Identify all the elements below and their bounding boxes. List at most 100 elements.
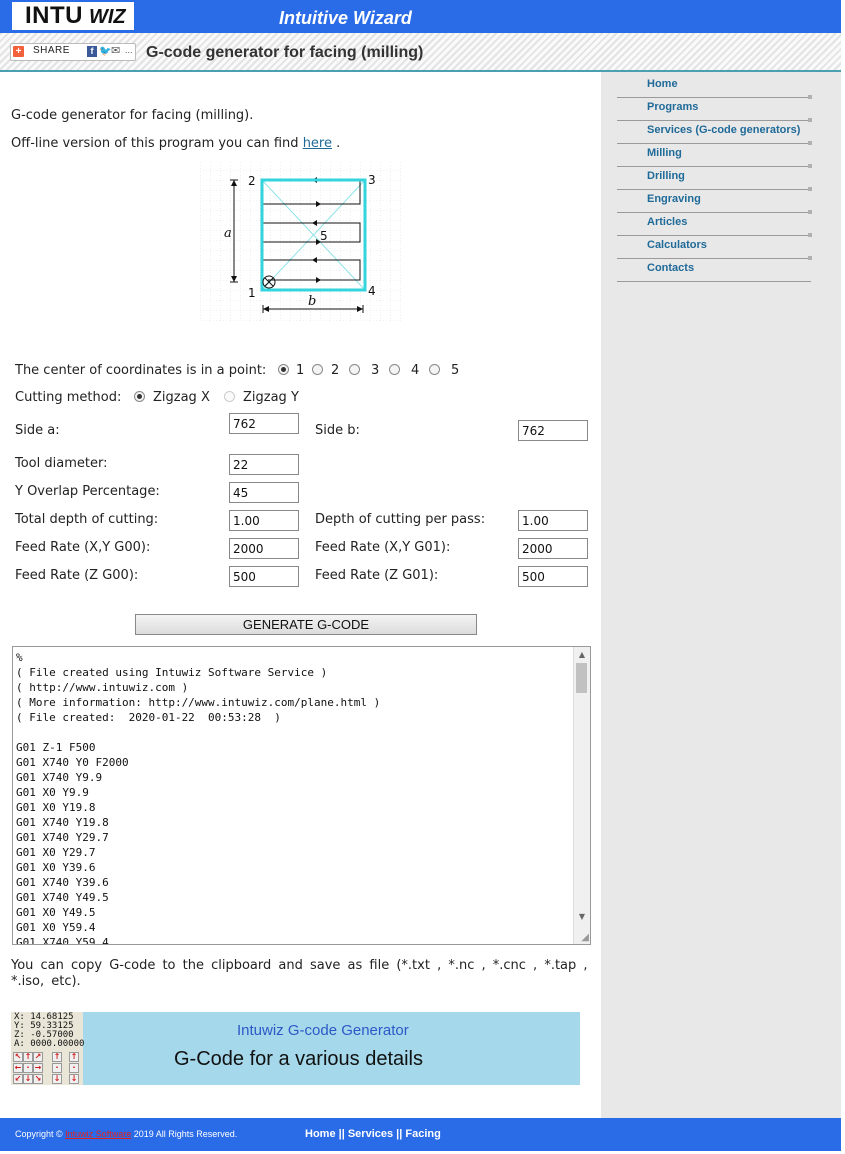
feed-z-g00-input[interactable]	[229, 566, 299, 587]
jog-arrow-icon: ↖	[13, 1052, 23, 1062]
method-radio-zigzag-x[interactable]	[134, 391, 145, 402]
footer-link-home[interactable]: Home	[305, 1128, 336, 1140]
center-option-4: 4	[411, 363, 420, 378]
nav-item-articles[interactable]: Articles	[617, 216, 812, 237]
gcode-text: % ( File created using Intuwiz Software …	[16, 651, 381, 945]
nav-divider-dot	[808, 164, 812, 168]
nav-item-drilling[interactable]: Drilling	[617, 170, 812, 191]
nav-item-engraving[interactable]: Engraving	[617, 193, 812, 214]
depth-per-pass-label: Depth of cutting per pass:	[315, 512, 486, 527]
nav-item-label: Programs	[647, 101, 699, 113]
nav-divider-dot	[808, 256, 812, 260]
copyright: Copyright © Intuwiz Software 2019 All Ri…	[15, 1129, 237, 1139]
method-radio-zigzag-y[interactable]	[224, 391, 235, 402]
nav-item-label: Engraving	[647, 193, 701, 205]
feed-z-g00-label: Feed Rate (Z G00):	[15, 568, 139, 583]
footer-links: Home || Services || Facing	[305, 1128, 441, 1140]
footer: Copyright © Intuwiz Software 2019 All Ri…	[0, 1118, 841, 1151]
banner-title: Intuwiz G-code Generator	[237, 1022, 409, 1039]
nav-item-milling[interactable]: Milling	[617, 147, 812, 168]
email-icon[interactable]: ✉	[111, 44, 120, 57]
nav-item-services[interactable]: Services (G-code generators)	[617, 124, 812, 145]
jog-arrow-icon: ↑	[23, 1052, 33, 1062]
nav-divider-dot	[808, 187, 812, 191]
logo[interactable]: INTU WIZ	[12, 2, 134, 30]
sidebar: Home Programs Services (G-code generator…	[601, 72, 841, 1118]
intro-heading: G-code generator for facing (milling).	[11, 108, 254, 123]
nav-divider-dot	[808, 118, 812, 122]
jog-arrow-icon: ↗	[33, 1052, 43, 1062]
footer-link-services[interactable]: Services	[348, 1128, 393, 1140]
total-depth-input[interactable]	[229, 510, 299, 531]
logo-wiz: WIZ	[89, 6, 126, 28]
logo-intu: INTU	[25, 2, 83, 29]
jog-arrow-icon: ↓	[52, 1074, 62, 1084]
copyright-prefix: Copyright ©	[15, 1129, 63, 1139]
center-option-1: 1	[296, 363, 305, 378]
generate-gcode-button[interactable]: GENERATE G-CODE	[135, 614, 477, 635]
offline-version-link[interactable]: here	[303, 136, 332, 151]
center-point-label: The center of coordinates is in a point:	[15, 363, 267, 378]
tool-diameter-input[interactable]	[229, 454, 299, 475]
point-label-5: 5	[320, 229, 328, 243]
jog-arrow-icon: ↑	[69, 1052, 79, 1062]
center-option-3: 3	[371, 363, 380, 378]
copyright-suffix: 2019 All Rights Reserved.	[133, 1129, 238, 1139]
intro-offline-prefix: Off-line version of this program you can…	[11, 136, 299, 151]
promo-banner[interactable]: X: 14.68125 Y: 59.33125 Z: -0.57000 A: 0…	[11, 1012, 580, 1085]
intro-offline-suffix: .	[336, 136, 341, 151]
side-a-field-label: Side a:	[15, 423, 60, 438]
share-more[interactable]: ...	[125, 45, 133, 55]
depth-per-pass-input[interactable]	[518, 510, 588, 531]
center-radio-3[interactable]	[349, 364, 360, 375]
tool-diameter-label: Tool diameter:	[15, 456, 108, 471]
gcode-output[interactable]: % ( File created using Intuwiz Software …	[12, 646, 591, 945]
total-depth-label: Total depth of cutting:	[15, 512, 159, 527]
feed-xy-g01-input[interactable]	[518, 538, 588, 559]
method-option-zigzag-x: Zigzag X	[153, 390, 210, 405]
scroll-up-icon[interactable]: ▲	[574, 647, 590, 662]
copy-note: You can copy G-code to the clipboard and…	[11, 958, 588, 989]
nav-item-home[interactable]: Home	[617, 78, 812, 99]
footer-separator: ||	[396, 1128, 403, 1140]
jog-arrow-icon: ↓	[23, 1074, 33, 1084]
center-radio-5[interactable]	[429, 364, 440, 375]
method-option-zigzag-y: Zigzag Y	[243, 390, 299, 405]
nav-item-label: Articles	[647, 216, 688, 228]
nav-item-programs[interactable]: Programs	[617, 101, 812, 122]
jog-arrow-icon: ·	[69, 1063, 79, 1073]
facebook-icon[interactable]: f	[87, 46, 97, 57]
twitter-icon[interactable]: 🐦	[99, 46, 111, 57]
nav-item-label: Services (G-code generators)	[647, 124, 801, 136]
copyright-link[interactable]: Intuwiz Software	[65, 1129, 131, 1139]
side-b-input[interactable]	[518, 420, 588, 441]
feed-z-g01-label: Feed Rate (Z G01):	[315, 568, 439, 583]
side-a-input[interactable]	[229, 413, 299, 434]
scroll-down-icon[interactable]: ▼	[574, 909, 590, 924]
center-radio-2[interactable]	[312, 364, 323, 375]
feed-xy-g00-input[interactable]	[229, 538, 299, 559]
gcode-scrollbar[interactable]: ▲ ▼	[573, 647, 590, 944]
nav-divider-dot	[808, 233, 812, 237]
nav-item-calculators[interactable]: Calculators	[617, 239, 812, 260]
feed-z-g01-input[interactable]	[518, 566, 588, 587]
side-b-field-label: Side b:	[315, 423, 360, 438]
point-label-1: 1	[248, 286, 256, 300]
center-radio-4[interactable]	[389, 364, 400, 375]
overlap-input[interactable]	[229, 482, 299, 503]
point-label-4: 4	[368, 284, 376, 298]
jog-arrow-icon: ↘	[33, 1074, 43, 1084]
center-radio-1[interactable]	[278, 364, 289, 375]
nav-item-contacts[interactable]: Contacts	[617, 262, 811, 282]
banner-coords: X: 14.68125 Y: 59.33125 Z: -0.57000 A: 0…	[14, 1012, 85, 1049]
footer-link-facing[interactable]: Facing	[405, 1128, 440, 1140]
nav-item-label: Home	[647, 78, 678, 90]
intro-offline-text: Off-line version of this program you can…	[11, 136, 340, 151]
footer-separator: ||	[338, 1128, 345, 1140]
nav-divider-dot	[808, 141, 812, 145]
feed-xy-g00-label: Feed Rate (X,Y G00):	[15, 540, 151, 555]
resize-handle-icon[interactable]: ◢	[581, 932, 589, 943]
scrollbar-thumb[interactable]	[576, 663, 587, 693]
page-title: G-code generator for facing (milling)	[146, 44, 424, 61]
share-button[interactable]: + SHARE f 🐦 ✉ ...	[10, 43, 136, 61]
